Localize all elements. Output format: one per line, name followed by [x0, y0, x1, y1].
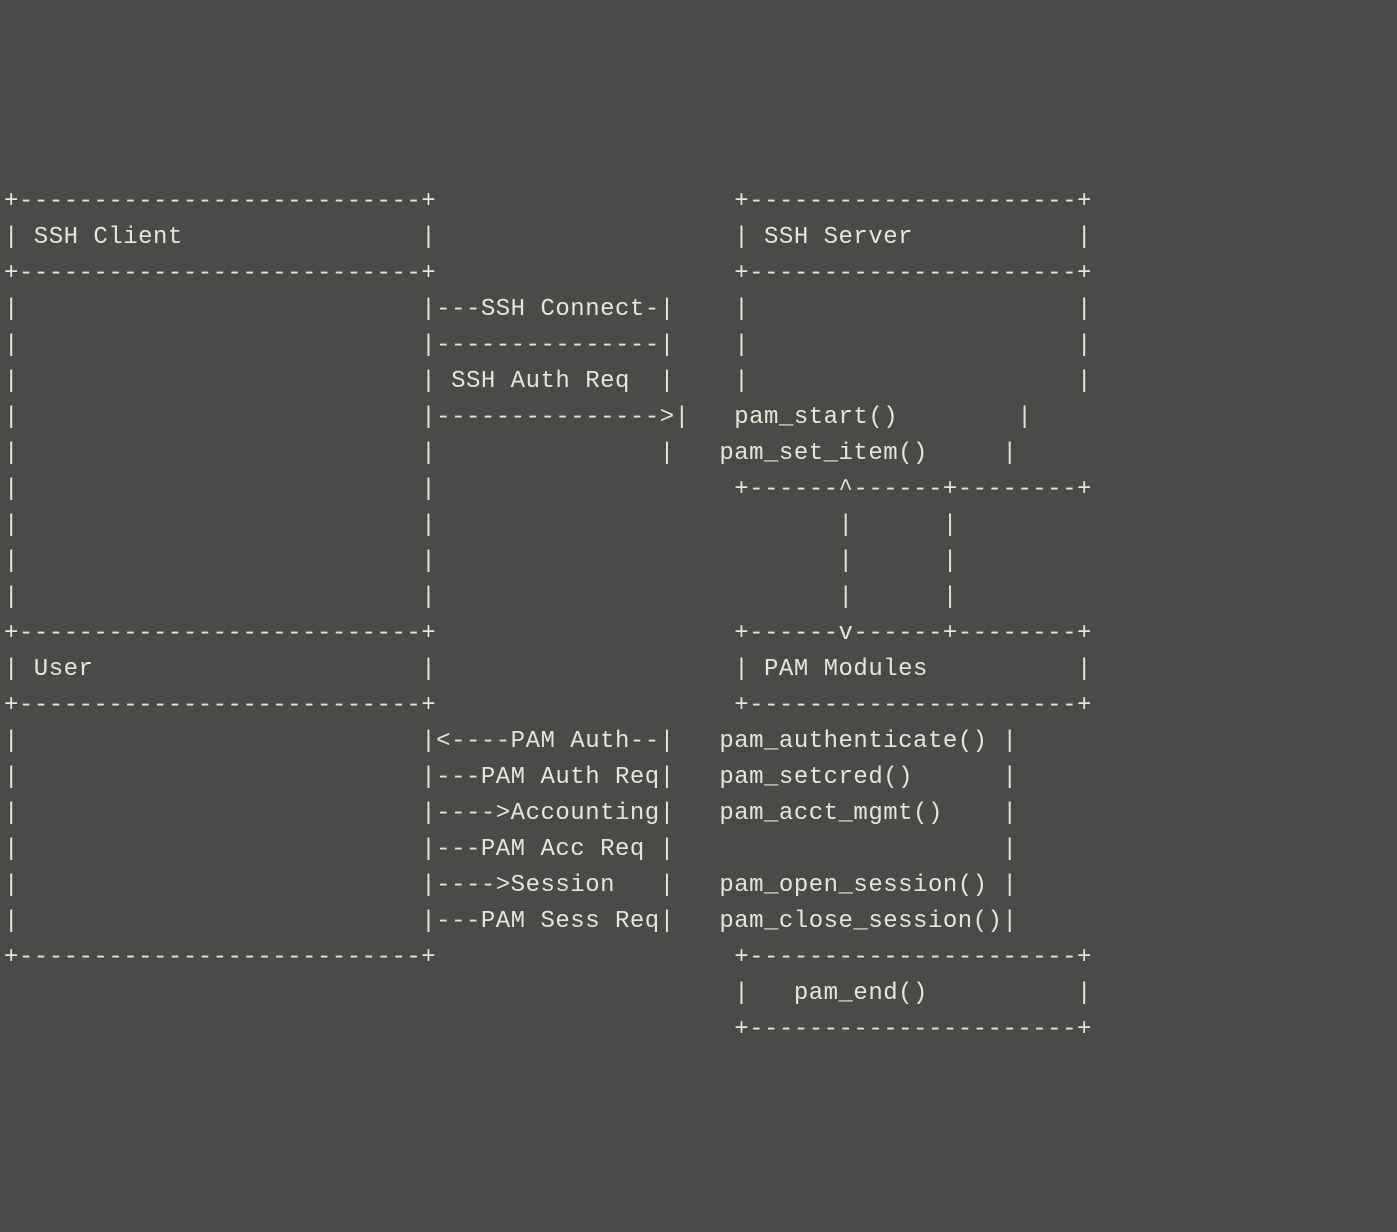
diagram-line: | SSH Client | | SSH Server | [4, 224, 1092, 251]
ascii-sequence-diagram: +---------------------------+ +---------… [4, 148, 1393, 1048]
diagram-line: | | +------^------+--------+ [4, 476, 1092, 503]
diagram-line: | User | | PAM Modules | [4, 656, 1092, 683]
diagram-line: | pam_end() | [4, 980, 1092, 1007]
diagram-line: | | | pam_set_item() | [4, 440, 1017, 467]
diagram-line: | |<----PAM Auth--| pam_authenticate() | [4, 728, 1017, 755]
diagram-line: | |---PAM Acc Req | | [4, 836, 1017, 863]
diagram-line: | |---------------| | | [4, 332, 1092, 359]
diagram-line: +---------------------------+ +---------… [4, 944, 1092, 971]
diagram-line: | |---PAM Auth Req| pam_setcred() | [4, 764, 1017, 791]
diagram-line: +---------------------------+ +---------… [4, 188, 1092, 215]
diagram-line: | |---PAM Sess Req| pam_close_session()| [4, 908, 1017, 935]
diagram-line: | | SSH Auth Req | | | [4, 368, 1092, 395]
diagram-line: | |--------------->| pam_start() | [4, 404, 1032, 431]
diagram-line: | | | | [4, 548, 958, 575]
diagram-line: +----------------------+ [4, 1016, 1092, 1043]
diagram-line: | |---->Session | pam_open_session() | [4, 872, 1017, 899]
diagram-line: +---------------------------+ +------v--… [4, 620, 1092, 647]
diagram-line: | | | | [4, 512, 958, 539]
diagram-line: | | | | [4, 584, 958, 611]
diagram-line: +---------------------------+ +---------… [4, 692, 1092, 719]
diagram-line: +---------------------------+ +---------… [4, 260, 1092, 287]
diagram-line: | |---->Accounting| pam_acct_mgmt() | [4, 800, 1017, 827]
diagram-line: | |---SSH Connect-| | | [4, 296, 1092, 323]
